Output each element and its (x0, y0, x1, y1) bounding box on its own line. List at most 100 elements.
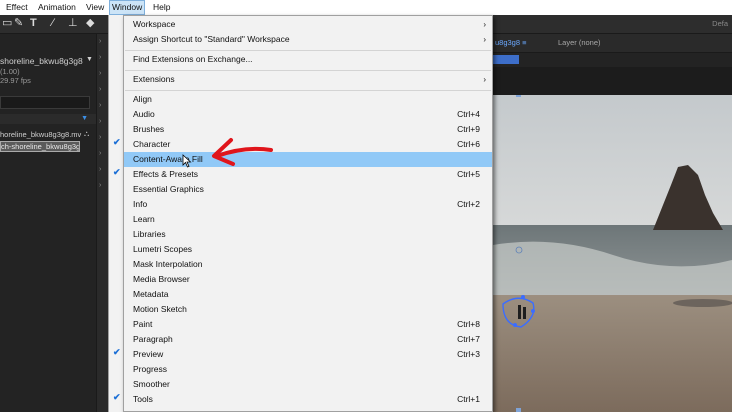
chevron-right-icon[interactable]: › (99, 150, 101, 157)
composition-tab[interactable]: u8g3g8 ≡ (495, 34, 527, 52)
project-item-comp-label: ch-shoreline_bkwu8g3g (1, 142, 80, 151)
menu-item-learn[interactable]: Learn (124, 212, 492, 227)
menu-item-info[interactable]: Info Ctrl+2 (124, 197, 492, 212)
menu-item-label: Motion Sketch (133, 304, 187, 314)
menu-item-shortcut: Ctrl+2 (457, 199, 480, 209)
menu-item-smoother[interactable]: Smoother (124, 377, 492, 392)
layer-handle[interactable] (516, 408, 521, 412)
menu-item-label: Tools (133, 394, 153, 404)
menu-item-metadata[interactable]: Metadata (124, 287, 492, 302)
chevron-right-icon[interactable]: › (99, 38, 101, 45)
sort-arrow-icon[interactable]: ▼ (81, 115, 88, 122)
menu-item-media-browser[interactable]: Media Browser (124, 272, 492, 287)
chevron-right-icon[interactable]: › (99, 86, 101, 93)
menu-item-label: Essential Graphics (133, 184, 204, 194)
menu-item-assign-shortcut[interactable]: Assign Shortcut to "Standard" Workspace … (124, 32, 492, 47)
project-search-input[interactable] (0, 96, 90, 109)
composition-viewer[interactable] (493, 67, 732, 412)
menu-item-label: Lumetri Scopes (133, 244, 193, 254)
composition-subbar (493, 53, 732, 67)
menu-item-label: Learn (133, 214, 155, 224)
menu-item-shortcut: Ctrl+9 (457, 124, 480, 134)
chevron-right-icon: › (483, 35, 486, 44)
menu-item-audio[interactable]: Audio Ctrl+4 (124, 107, 492, 122)
beach-footage-frame (493, 95, 732, 412)
composition-tab-label: u8g3g8 (495, 38, 521, 47)
menu-separator (125, 70, 491, 71)
menu-item-label: Align (133, 94, 152, 104)
menu-item-brushes[interactable]: Brushes Ctrl+9 (124, 122, 492, 137)
menu-item-tools[interactable]: Tools Ctrl+1 (124, 392, 492, 407)
project-panel: shoreline_bkwu8g3g8 ▼ (1.00) 29.97 fps ▼… (0, 34, 96, 412)
menu-item-label: Content-Aware Fill (133, 154, 203, 164)
workspace-label[interactable]: Defa (712, 15, 728, 33)
hamburger-icon[interactable]: ≡ (522, 38, 526, 47)
menu-item-label: Mask Interpolation (133, 259, 203, 269)
menu-effect[interactable]: Effect (4, 0, 30, 15)
type-tool-icon[interactable]: T (30, 16, 37, 31)
menu-item-effects-presets[interactable]: Effects & Presets Ctrl+5 (124, 167, 492, 182)
mask-vertex[interactable] (521, 295, 525, 299)
menu-item-preview[interactable]: Preview Ctrl+3 (124, 347, 492, 362)
menu-item-shortcut: Ctrl+6 (457, 139, 480, 149)
menu-item-workspace[interactable]: Workspace › (124, 17, 492, 32)
menu-item-align[interactable]: Align (124, 92, 492, 107)
menu-item-shortcut: Ctrl+1 (457, 394, 480, 404)
mask-vertex[interactable] (531, 309, 535, 313)
menu-help[interactable]: Help (151, 0, 172, 15)
menu-item-libraries[interactable]: Libraries (124, 227, 492, 242)
menu-item-content-aware-fill[interactable]: Content-Aware Fill (124, 152, 492, 167)
chevron-right-icon[interactable]: › (99, 182, 101, 189)
menu-item-shortcut: Ctrl+5 (457, 169, 480, 179)
menu-item-label: Extensions (133, 74, 175, 84)
dropdown-arrow-icon[interactable]: ▼ (86, 56, 93, 63)
brush-tool-icon[interactable]: ∕ (52, 16, 54, 31)
menu-separator (125, 50, 491, 51)
project-item-comp[interactable]: ch-shoreline_bkwu8g3g (0, 141, 80, 152)
menu-item-shortcut: Ctrl+4 (457, 109, 480, 119)
chevron-right-icon[interactable]: › (99, 166, 101, 173)
menu-item-label: Assign Shortcut to "Standard" Workspace (133, 34, 290, 44)
menu-item-extensions[interactable]: Extensions › (124, 72, 492, 87)
checkmark-icon: ✔ (113, 392, 121, 402)
layer-handle[interactable] (516, 95, 521, 97)
menu-item-label: Smoother (133, 379, 170, 389)
eraser-tool-icon[interactable]: ◆ (86, 16, 94, 31)
comp-name: shoreline_bkwu8g3g8 (0, 56, 83, 66)
menu-window[interactable]: Window (109, 0, 146, 15)
checkmark-icon: ✔ (113, 137, 121, 147)
menu-item-paint[interactable]: Paint Ctrl+8 (124, 317, 492, 332)
chevron-right-icon[interactable]: › (99, 102, 101, 109)
pen-tool-icon[interactable]: ✎ (14, 16, 23, 31)
window-menu: Workspace › Assign Shortcut to "Standard… (123, 15, 493, 412)
checkmark-icon: ✔ (113, 347, 121, 357)
menu-item-character[interactable]: Character Ctrl+6 (124, 137, 492, 152)
menu-item-progress[interactable]: Progress (124, 362, 492, 377)
menu-animation[interactable]: Animation (36, 0, 78, 15)
project-item-footage[interactable]: horeline_bkwu8g3g8.mv (0, 130, 81, 139)
menu-item-mask-interpolation[interactable]: Mask Interpolation (124, 257, 492, 272)
sand (493, 295, 732, 412)
menu-item-find-extensions[interactable]: Find Extensions on Exchange... (124, 52, 492, 67)
mask-vertex[interactable] (513, 323, 517, 327)
chevron-right-icon[interactable]: › (99, 118, 101, 125)
menu-item-essential-graphics[interactable]: Essential Graphics (124, 182, 492, 197)
red-arrow-annotation (212, 138, 273, 166)
menu-item-motion-sketch[interactable]: Motion Sketch (124, 302, 492, 317)
chevron-right-icon[interactable]: › (99, 70, 101, 77)
chevron-right-icon[interactable]: › (99, 54, 101, 61)
chevron-right-icon[interactable]: › (99, 134, 101, 141)
comp-name-tag[interactable] (493, 55, 519, 64)
menu-item-label: Find Extensions on Exchange... (133, 54, 253, 64)
rectangle-tool-icon[interactable]: ▭ (2, 16, 12, 31)
menu-item-label: Media Browser (133, 274, 190, 284)
menu-item-paragraph[interactable]: Paragraph Ctrl+7 (124, 332, 492, 347)
menu-item-lumetri-scopes[interactable]: Lumetri Scopes (124, 242, 492, 257)
person-figure (518, 305, 521, 319)
person-figure (523, 307, 526, 319)
menu-view[interactable]: View (84, 0, 106, 15)
checkmark-icon: ✔ (113, 167, 121, 177)
clone-stamp-tool-icon[interactable]: ⊥ (68, 16, 78, 31)
layer-tab[interactable]: Layer (none) (558, 34, 601, 52)
menu-bar: Effect Animation View Window Help (0, 0, 732, 15)
